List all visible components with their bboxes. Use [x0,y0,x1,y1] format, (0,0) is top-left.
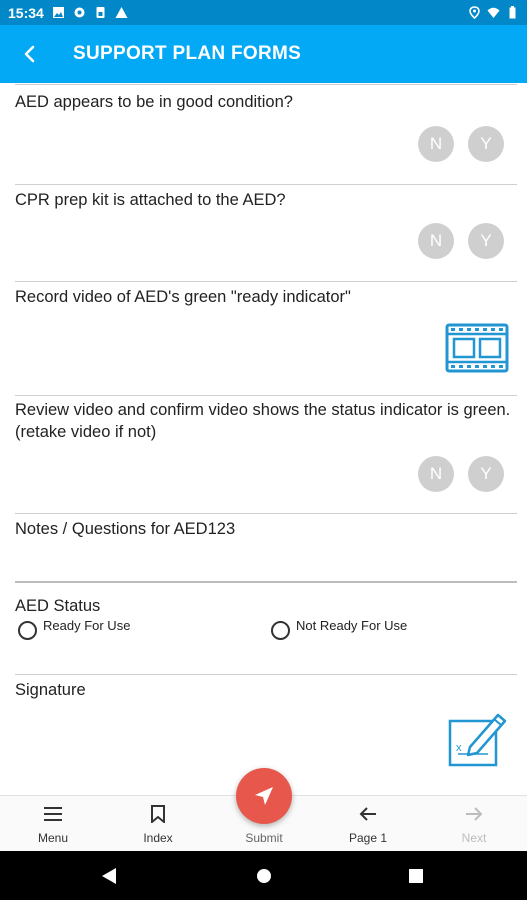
question-notes: Notes / Questions for AED123 [15,518,517,540]
question-text: CPR prep kit is attached to the AED? [15,191,286,209]
nav-label: Next [461,831,487,845]
triangle-back-icon [102,868,116,884]
circle-home-icon [257,869,271,883]
question-text: Record video of AED's green "ready indic… [15,288,351,306]
sim-icon [96,7,105,18]
divider [15,395,517,396]
nav-label: Page 1 [348,831,388,845]
back-button[interactable] [0,25,60,83]
system-nav-bar [0,851,527,900]
back-arrow-icon [24,45,35,63]
divider [15,184,517,185]
no-button[interactable]: N [418,126,454,162]
question-text: Notes / Questions for AED123 [15,520,236,538]
radio-label: Ready For Use [43,618,131,633]
nav-next[interactable]: Next [434,796,514,852]
yes-button[interactable]: Y [468,223,504,259]
film-icon [445,323,509,373]
gear-icon [74,7,85,18]
video-record-button[interactable] [445,323,509,373]
status-time: 15:34 [8,4,44,21]
location-icon [469,6,480,19]
radio-label: Not Ready For Use [296,618,408,633]
arrow-right-icon [466,807,483,821]
question-text: Review video and confirm video shows the… [15,401,511,441]
radio-circle[interactable] [18,621,37,640]
radio-circle[interactable] [271,621,290,640]
radio-ready-for-use[interactable]: Ready For Use [18,618,130,640]
battery-icon [509,6,516,19]
no-button[interactable]: N [418,223,454,259]
yes-button[interactable]: Y [468,126,504,162]
notes-input-underline [15,581,517,583]
aed-status-label: AED Status [15,597,101,615]
question-cpr-kit: CPR prep kit is attached to the AED? [15,189,517,211]
divider [15,84,517,85]
question-text: AED appears to be in good condition? [15,93,293,111]
square-recents-icon [409,869,423,883]
app-bar: SUPPORT PLAN FORMS [0,25,527,83]
nav-menu[interactable]: Menu [13,796,93,852]
system-recents-button[interactable] [403,863,429,889]
status-bar: 15:34 [0,0,527,25]
image-icon [52,7,64,18]
svg-text:x: x [456,742,462,754]
send-icon [255,787,273,805]
warning-icon [115,7,128,18]
question-record-video: Record video of AED's green "ready indic… [15,286,517,308]
aed-status-group: AED Status [15,595,517,617]
nav-label: Index [143,831,173,845]
wifi-icon [487,7,500,18]
form-content[interactable]: AED appears to be in good condition? N Y… [0,83,527,795]
bookmark-icon [151,805,165,823]
page-title: SUPPORT PLAN FORMS [73,43,302,64]
signature-section: Signature [15,679,517,701]
nav-index[interactable]: Index [118,796,198,852]
nav-label: Menu [37,831,69,845]
nav-label: Submit [245,831,283,845]
divider [15,281,517,282]
submit-button[interactable] [236,768,292,824]
yes-button[interactable]: Y [468,456,504,492]
signature-button[interactable]: x [448,707,510,767]
question-aed-condition: AED appears to be in good condition? [15,91,517,113]
question-review-video: Review video and confirm video shows the… [15,399,517,443]
notes-input[interactable] [15,545,517,581]
menu-icon [44,807,62,821]
arrow-left-icon [359,807,376,821]
nav-previous-page[interactable]: Page 1 [328,796,408,852]
system-home-button[interactable] [251,863,277,889]
divider [15,513,517,514]
signature-label: Signature [15,681,86,699]
system-back-button[interactable] [96,863,122,889]
signature-pen-icon: x [448,713,507,767]
no-button[interactable]: N [418,456,454,492]
divider [15,674,517,675]
radio-not-ready-for-use[interactable]: Not Ready For Use [271,618,407,640]
